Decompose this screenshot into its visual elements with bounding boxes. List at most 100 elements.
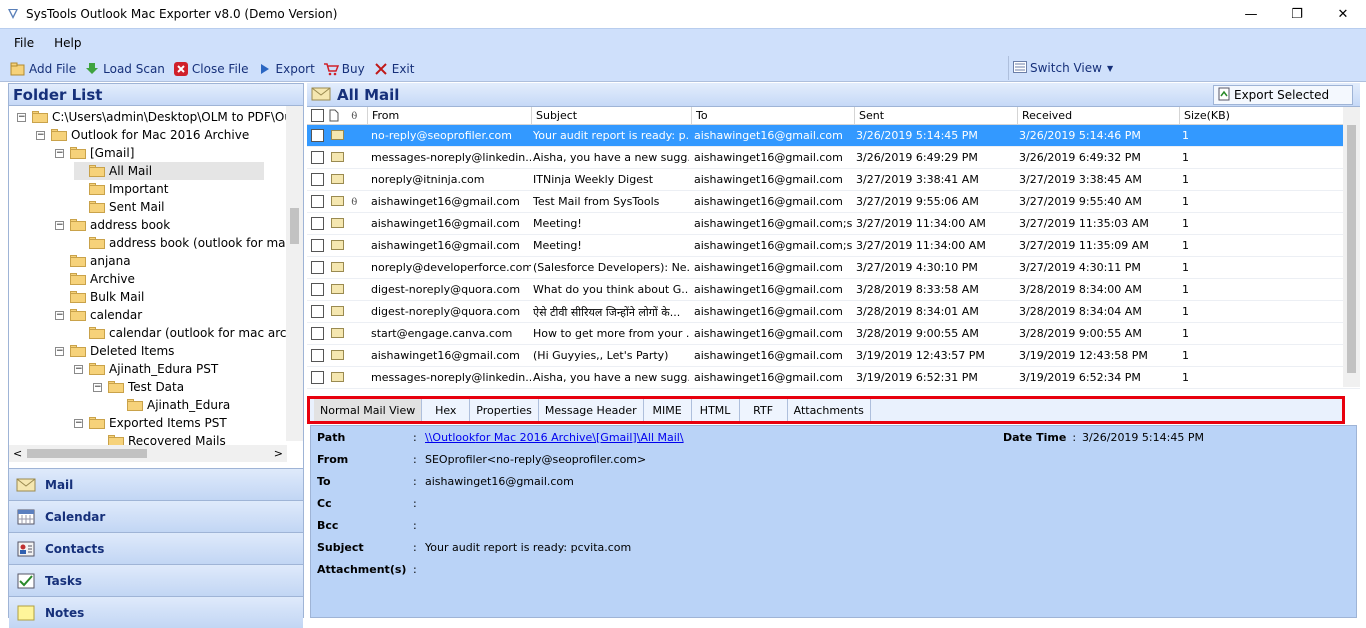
folder-icon [70,273,86,285]
mail-row[interactable]: start@engage.canva.com How to get more fr… [307,323,1360,345]
tree-node[interactable]: − Outlook for Mac 2016 Archive [36,126,249,144]
col-sent[interactable]: Sent [854,107,1017,125]
collapse-toggle-icon[interactable]: − [55,346,64,356]
tree-node[interactable]: − Ajinath_Edura PST [74,360,218,378]
mail-row[interactable]: messages-noreply@linkedin... Aisha, you h… [307,367,1360,389]
tree-node[interactable]: − Test Data [93,378,184,396]
mail-grid-scrollbar[interactable] [1343,107,1360,387]
tree-node[interactable]: All Mail [74,162,264,180]
row-checkbox[interactable] [311,327,324,340]
tree-node[interactable]: − Exported Items PST [74,414,227,432]
col-subject[interactable]: Subject [531,107,691,125]
row-checkbox[interactable] [311,239,324,252]
folder-tree-vscrollbar[interactable] [286,106,303,441]
tree-node[interactable]: Sent Mail [74,198,165,216]
minimize-button[interactable]: — [1228,0,1274,28]
collapse-toggle-icon[interactable]: − [36,130,45,140]
mail-row[interactable]: no-reply@seoprofiler.com Your audit repor… [307,125,1360,147]
mail-row[interactable]: aishawinget16@gmail.com Meeting! aishawing… [307,213,1360,235]
collapse-toggle-icon[interactable]: − [74,418,83,428]
row-checkbox[interactable] [311,349,324,362]
path-rest[interactable]: for Mac 2016 Archive\[Gmail]\All Mail\ [475,431,683,444]
export-selected-button[interactable]: Export Selected [1213,85,1353,105]
mail-row[interactable]: digest-noreply@quora.com What do you thin… [307,279,1360,301]
tab-attachments[interactable]: Attachments [787,399,871,421]
add-file-button[interactable]: Add File [10,61,76,77]
collapse-toggle-icon[interactable]: − [93,382,102,392]
tab-mime[interactable]: MIME [643,399,692,421]
nav-tasks[interactable]: Tasks [9,564,303,596]
row-checkbox[interactable] [311,129,324,142]
mail-row[interactable]: noreply@itninja.com ITNinja Weekly Digest… [307,169,1360,191]
row-checkbox[interactable] [311,195,324,208]
mail-row[interactable]: aishawinget16@gmail.com Meeting! aishawing… [307,235,1360,257]
row-checkbox[interactable] [311,371,324,384]
tree-node[interactable]: Ajinath_Edura [112,396,230,414]
row-checkbox[interactable] [311,173,324,186]
tree-node[interactable]: address book (outlook for mac ar [74,234,303,252]
mail-row[interactable]: digest-noreply@quora.com ऐसे टीवी सीरियल … [307,301,1360,323]
exit-button[interactable]: Exit [373,61,414,77]
close-window-button[interactable]: ✕ [1320,0,1366,28]
row-checkbox[interactable] [311,283,324,296]
vscroll-thumb[interactable] [290,208,299,244]
path-link[interactable]: \\Outlook [425,431,475,444]
collapse-toggle-icon[interactable]: − [74,364,83,374]
hscroll-thumb[interactable] [27,449,147,458]
col-size[interactable]: Size(KB) [1179,107,1342,125]
cell-from: messages-noreply@linkedin... [371,151,531,164]
tree-node[interactable]: Archive [55,270,135,288]
row-checkbox[interactable] [311,305,324,318]
select-all-checkbox[interactable] [311,109,324,122]
close-file-button[interactable]: Close File [173,61,249,77]
col-from[interactable]: From [367,107,532,125]
tree-node[interactable]: − calendar [55,306,142,324]
switch-view-button[interactable]: Switch View ▼ [1008,56,1360,80]
folder-icon [32,111,48,123]
tree-node[interactable]: − [Gmail] [55,144,134,162]
collapse-toggle-icon[interactable]: − [17,112,26,122]
menu-help[interactable]: Help [54,36,81,50]
tab-rtf[interactable]: RTF [739,399,788,421]
grid-scroll-thumb[interactable] [1347,125,1356,373]
mail-row[interactable]: messages-noreply@linkedin... Aisha, you h… [307,147,1360,169]
tree-node[interactable]: calendar (outlook for mac archive [74,324,303,342]
collapse-toggle-icon[interactable]: − [55,148,64,158]
maximize-button[interactable]: ❐ [1274,0,1320,28]
menu-file[interactable]: File [14,36,34,50]
col-received[interactable]: Received [1017,107,1179,125]
mail-row[interactable]: ⍬ aishawinget16@gmail.com Test Mail from S… [307,191,1360,213]
tree-node[interactable]: − Deleted Items [55,342,174,360]
tab-hex[interactable]: Hex [422,399,471,421]
buy-button[interactable]: Buy [323,61,365,77]
tree-node[interactable]: anjana [55,252,131,270]
tree-node[interactable]: Important [74,180,169,198]
scroll-right-icon[interactable]: > [274,447,283,460]
app-icon [6,7,20,21]
nav-mail[interactable]: Mail [9,468,303,500]
mail-row[interactable]: noreply@developerforce.com (Salesforce De… [307,257,1360,279]
cell-sent: 3/27/2019 11:34:00 AM [856,217,986,230]
mail-row[interactable]: aishawinget16@gmail.com (Hi Guyyies,, Let… [307,345,1360,367]
tree-node[interactable]: − C:\Users\admin\Desktop\OLM to PDF\Outlc [17,108,303,126]
tab-normal-mail-view[interactable]: Normal Mail View [314,399,423,421]
load-scan-button[interactable]: Load Scan [84,61,165,77]
col-to[interactable]: To [691,107,854,125]
tab-properties[interactable]: Properties [470,399,539,421]
tab-message-header[interactable]: Message Header [538,399,644,421]
nav-notes[interactable]: Notes [9,596,303,628]
cell-from: aishawinget16@gmail.com [371,217,520,230]
nav-contacts[interactable]: Contacts [9,532,303,564]
collapse-toggle-icon[interactable]: − [55,310,64,320]
row-checkbox[interactable] [311,151,324,164]
collapse-toggle-icon[interactable]: − [55,220,64,230]
row-checkbox[interactable] [311,261,324,274]
export-button[interactable]: Export [257,61,315,77]
tree-node[interactable]: Bulk Mail [55,288,144,306]
row-checkbox[interactable] [311,217,324,230]
scroll-left-icon[interactable]: < [13,447,22,460]
nav-calendar[interactable]: Calendar [9,500,303,532]
tab-html[interactable]: HTML [691,399,740,421]
folder-tree-hscrollbar[interactable]: < > [9,445,287,462]
tree-node[interactable]: − address book [55,216,170,234]
